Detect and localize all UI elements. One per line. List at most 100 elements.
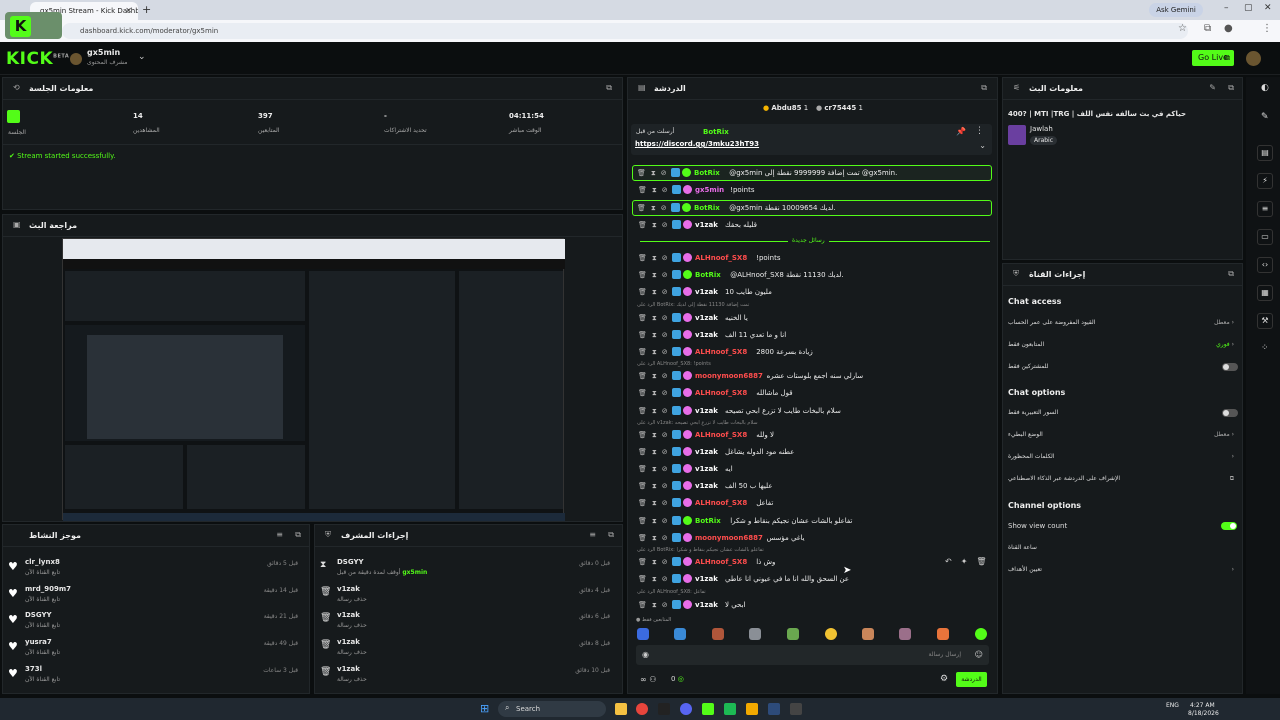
chat-message[interactable]: 🗑⧗⊘ v1zak يا الخنيه: [634, 311, 994, 327]
chat-username[interactable]: v1zak: [695, 465, 718, 473]
rail-layout-icon[interactable]: ▦: [1257, 285, 1273, 301]
setting-set-goals[interactable]: تعيين الأهداف ›: [1008, 566, 1240, 573]
chat-username[interactable]: ALHnoof_SX8: [695, 499, 747, 507]
app-icon[interactable]: [790, 703, 802, 715]
mod-target[interactable]: v1zak: [337, 665, 360, 673]
message-mod-tools-icon[interactable]: 🗑⧗⊘: [638, 389, 673, 398]
pinned-link[interactable]: https://discord.gg/3mku23hT93: [635, 140, 759, 148]
chat-username[interactable]: BotRix: [694, 204, 720, 212]
discord-icon[interactable]: [680, 703, 692, 715]
chat-message[interactable]: 🗑⧗⊘ v1zak انا و ما تعدي 11 الف: [634, 328, 994, 344]
taskbar-search[interactable]: Search: [498, 701, 606, 717]
chat-username[interactable]: gx5min: [695, 186, 724, 194]
mod-target[interactable]: v1zak: [337, 638, 360, 646]
user-avatar[interactable]: [1246, 51, 1261, 66]
popout-icon[interactable]: ⧉: [981, 83, 987, 93]
chat-message[interactable]: 🗑⧗⊘ ALHnoof_SX8 وش ذا: [634, 555, 994, 571]
mod-target[interactable]: v1zak: [337, 585, 360, 593]
message-mod-tools-icon[interactable]: 🗑⧗⊘: [637, 169, 672, 178]
chat-message[interactable]: 🗑⧗⊘ v1zak قليله بحقك: [634, 218, 994, 234]
delete-icon[interactable]: 🗑: [976, 557, 995, 566]
popout-icon[interactable]: ⧉: [1228, 83, 1234, 93]
popout-icon[interactable]: ⧉: [1228, 269, 1234, 279]
close-tab-icon[interactable]: ✕: [125, 6, 132, 15]
chat-message[interactable]: 🗑⧗⊘ moonymoon6887 ياغي مؤسس: [634, 531, 994, 547]
chat-message[interactable]: 🗑⧗⊘ v1zak ايه: [634, 462, 994, 478]
mod-target[interactable]: v1zak: [337, 611, 360, 619]
chat-username[interactable]: v1zak: [695, 221, 718, 229]
chat-username[interactable]: BotRix: [695, 271, 721, 279]
emote-button[interactable]: [975, 628, 987, 640]
go-live-button[interactable]: Go Live ⧉: [1192, 50, 1234, 66]
chat-username[interactable]: v1zak: [695, 601, 718, 609]
rail-code-icon[interactable]: ‹›: [1257, 257, 1273, 273]
setting-ai-moderation[interactable]: الإشراف على الدردشة عبر الذكاء الاصطناعي…: [1008, 475, 1240, 482]
rail-message-icon[interactable]: ▭: [1257, 229, 1273, 245]
emote-button[interactable]: [787, 628, 799, 640]
emote-button[interactable]: [825, 628, 837, 640]
chat-username[interactable]: ALHnoof_SX8: [695, 431, 747, 439]
rail-tools-icon[interactable]: ⚒: [1257, 313, 1273, 329]
edit-icon[interactable]: ✎: [1261, 112, 1269, 122]
clock-date[interactable]: 8/18/2026: [1188, 710, 1219, 717]
app-icon[interactable]: [658, 703, 670, 715]
app-icon[interactable]: [746, 703, 758, 715]
stream-preview[interactable]: [62, 238, 565, 521]
chat-message[interactable]: 🗑⧗⊘ moonymoon6887 سارلي سنه اجمع بلوستات ع…: [634, 369, 994, 385]
chat-message[interactable]: 🗑⧗⊘ ALHnoof_SX8 تفاعل: [634, 496, 994, 512]
emote-button[interactable]: [937, 628, 949, 640]
chat-message[interactable]: 🗑⧗⊘ v1zak عن السحق والله انا ما في عيوني ا…: [634, 572, 994, 588]
rail-chat-icon[interactable]: ▤: [1257, 145, 1273, 161]
edit-icon[interactable]: ✎: [1209, 83, 1216, 92]
send-chat-button[interactable]: الدردشة: [956, 672, 987, 687]
chat-message[interactable]: 🗑⧗⊘ ALHnoof_SX8 زيادة بسرعة 2800: [634, 345, 994, 361]
emote-button[interactable]: [712, 628, 724, 640]
view-count-toggle[interactable]: [1221, 522, 1237, 530]
pin-icon[interactable]: 📌: [956, 127, 966, 136]
message-mod-tools-icon[interactable]: 🗑⧗⊘: [638, 288, 673, 297]
top-user[interactable]: ● Abdu85 1: [763, 104, 808, 112]
users-icon[interactable]: ⚇: [649, 675, 656, 684]
filter-icon[interactable]: ≡: [276, 530, 283, 539]
setting-banned-words[interactable]: الكلمات المحظورة ›: [1008, 453, 1240, 460]
message-mod-tools-icon[interactable]: 🗑⧗⊘: [638, 221, 673, 230]
new-tab-icon[interactable]: +: [142, 3, 151, 16]
bookmark-star-icon[interactable]: ☆: [1178, 23, 1187, 34]
rail-bolt-icon[interactable]: ⚡: [1257, 173, 1273, 189]
chat-username[interactable]: ALHnoof_SX8: [695, 254, 747, 262]
message-mod-tools-icon[interactable]: 🗑⧗⊘: [638, 534, 673, 543]
subscribers-only-toggle[interactable]: [1222, 363, 1238, 371]
message-mod-tools-icon[interactable]: 🗑⧗⊘: [638, 407, 673, 416]
emote-button[interactable]: [899, 628, 911, 640]
dark-mode-icon[interactable]: ◐: [1261, 83, 1269, 93]
follower-name[interactable]: mrd_909m7: [25, 585, 71, 593]
chat-message[interactable]: 🗑⧗⊘ ALHnoof_SX8 قول ماشالله: [634, 386, 994, 402]
chat-message[interactable]: 🗑⧗⊘ ALHnoof_SX8 لا ولله: [634, 428, 994, 444]
file-explorer-icon[interactable]: [615, 703, 627, 715]
chat-input[interactable]: ◉ إرسال رسالة ☺: [636, 645, 989, 665]
pinned-user[interactable]: BotRix: [703, 128, 729, 136]
chat-username[interactable]: v1zak: [695, 482, 718, 490]
follower-name[interactable]: clr_lynx8: [25, 558, 60, 566]
emotes-only-toggle[interactable]: [1222, 409, 1238, 417]
message-mod-tools-icon[interactable]: 🗑⧗⊘: [637, 204, 672, 213]
message-actions[interactable]: ↶✦🗑: [945, 557, 996, 566]
chat-username[interactable]: BotRix: [695, 517, 721, 525]
emoji-picker-icon[interactable]: ◉: [642, 650, 649, 659]
more-icon[interactable]: ⋮: [975, 126, 984, 136]
profile-icon[interactable]: ●: [1224, 23, 1233, 34]
popout-icon[interactable]: ⧉: [606, 83, 612, 93]
category-name[interactable]: Jawlah: [1030, 125, 1053, 133]
points-count[interactable]: 0 ◎: [671, 675, 684, 683]
channel-name[interactable]: gx5min: [87, 48, 120, 57]
chat-message[interactable]: 🗑⧗⊘ v1zak ابحي لا: [634, 598, 994, 614]
setting-followers-only[interactable]: المتابعون فقط فوري ›: [1008, 341, 1240, 348]
chat-username[interactable]: v1zak: [695, 314, 718, 322]
message-mod-tools-icon[interactable]: 🗑⧗⊘: [638, 517, 673, 526]
chat-username[interactable]: v1zak: [695, 331, 718, 339]
chat-message[interactable]: 🗑⧗⊘ v1zak مليون طايب 10: [634, 285, 994, 301]
pin-icon[interactable]: ✦: [961, 557, 977, 566]
menu-icon[interactable]: ⋮: [1262, 23, 1272, 34]
message-mod-tools-icon[interactable]: 🗑⧗⊘: [638, 601, 673, 610]
address-bar[interactable]: dashboard.kick.com/moderator/gx5min: [62, 23, 1188, 39]
